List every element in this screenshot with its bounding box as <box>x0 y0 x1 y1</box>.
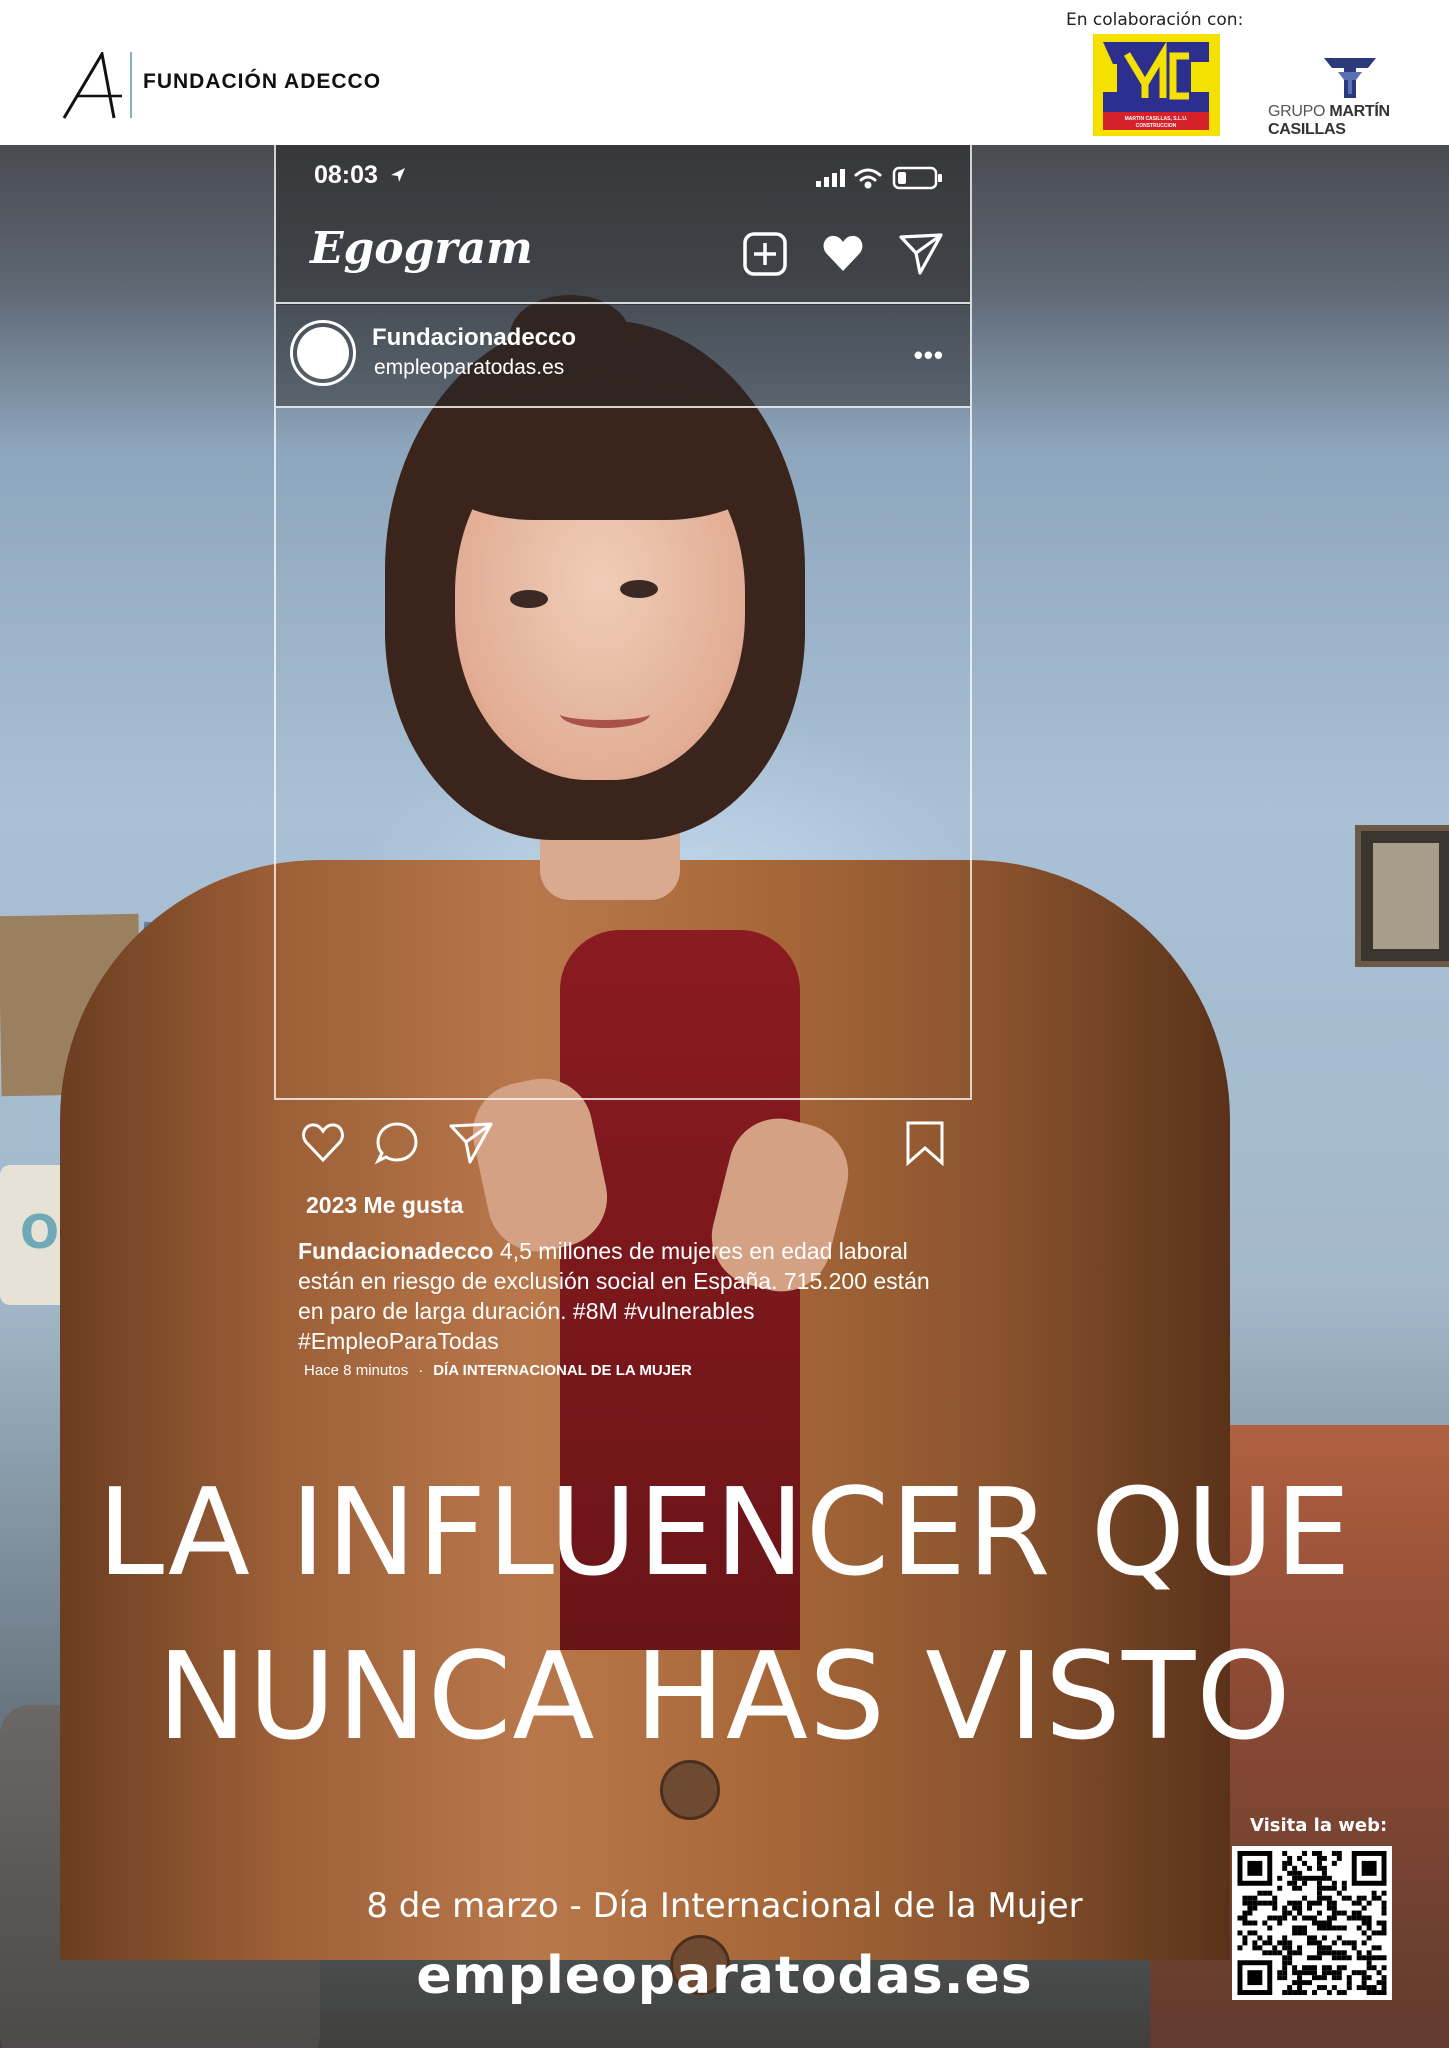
qr-code-icon[interactable] <box>1232 1846 1392 2000</box>
grupo-martin-casillas-text: GRUPO MARTÍN CASILLAS <box>1268 103 1390 138</box>
like-icon[interactable] <box>300 1120 346 1166</box>
post-user-url[interactable]: empleoparatodas.es <box>374 356 564 380</box>
status-bar-icons <box>816 166 942 190</box>
bookmark-icon[interactable] <box>902 1120 948 1166</box>
more-options-icon[interactable]: ••• <box>914 340 944 371</box>
martin-casillas-mc-logo: MARTIN CASILLAS, S.L.U. CONSTRUCCION <box>1093 34 1220 136</box>
post-meta: Hace 8 minutos · DÍA INTERNACIONAL DE LA M… <box>304 1362 692 1379</box>
add-post-icon[interactable] <box>742 231 788 277</box>
wifi-icon <box>854 168 882 189</box>
svg-text:CONSTRUCCION: CONSTRUCCION <box>1136 123 1177 129</box>
app-name: Egogram <box>310 223 533 274</box>
headline: LA INFLUENCER QUE NUNCA HAS VISTO <box>0 1452 1449 1780</box>
logo-divider <box>130 52 132 118</box>
heart-icon[interactable] <box>820 231 866 277</box>
status-time: 08:03 <box>314 161 407 190</box>
post-header: Fundacionadecco empleoparatodas.es ••• <box>276 304 970 408</box>
header: FUNDACIÓN ADECCO En colaboración con: MA… <box>0 0 1449 145</box>
post-event: DÍA INTERNACIONAL DE LA MUJER <box>433 1362 692 1379</box>
post-username[interactable]: Fundacionadecco <box>372 324 576 352</box>
post-time: Hace 8 minutos <box>304 1362 409 1379</box>
avatar[interactable] <box>290 320 356 386</box>
wall-frame <box>1355 825 1449 967</box>
signal-icon <box>816 169 845 187</box>
comment-icon[interactable] <box>374 1120 420 1166</box>
send-icon[interactable] <box>898 231 944 277</box>
adecco-a-logo-icon <box>62 52 122 119</box>
likes-count: 2023 Me gusta <box>306 1192 464 1218</box>
post-caption: Fundacionadecco 4,5 millones de mujeres … <box>298 1236 958 1356</box>
location-arrow-icon <box>390 168 405 182</box>
headline-line-1: LA INFLUENCER QUE <box>97 1464 1352 1603</box>
brand-name: FUNDACIÓN ADECCO <box>143 70 382 93</box>
qr-label: Visita la web: <box>1250 1815 1388 1836</box>
phone-app-header: 08:03 Egogram <box>276 145 970 305</box>
headline-line-2: NUNCA HAS VISTO <box>157 1628 1292 1767</box>
battery-icon <box>892 166 942 190</box>
phone-frame: 08:03 Egogram Fundacionadecco empleopara… <box>274 145 972 1100</box>
meta-separator: · <box>418 1362 424 1379</box>
divider <box>276 406 970 408</box>
share-icon[interactable] <box>448 1120 494 1166</box>
caption-username[interactable]: Fundacionadecco <box>298 1238 494 1264</box>
collaboration-label: En colaboración con: <box>1066 10 1244 30</box>
svg-text:MARTIN CASILLAS, S.L.U.: MARTIN CASILLAS, S.L.U. <box>1125 116 1188 122</box>
grupo-martin-casillas-logo <box>1324 58 1376 98</box>
